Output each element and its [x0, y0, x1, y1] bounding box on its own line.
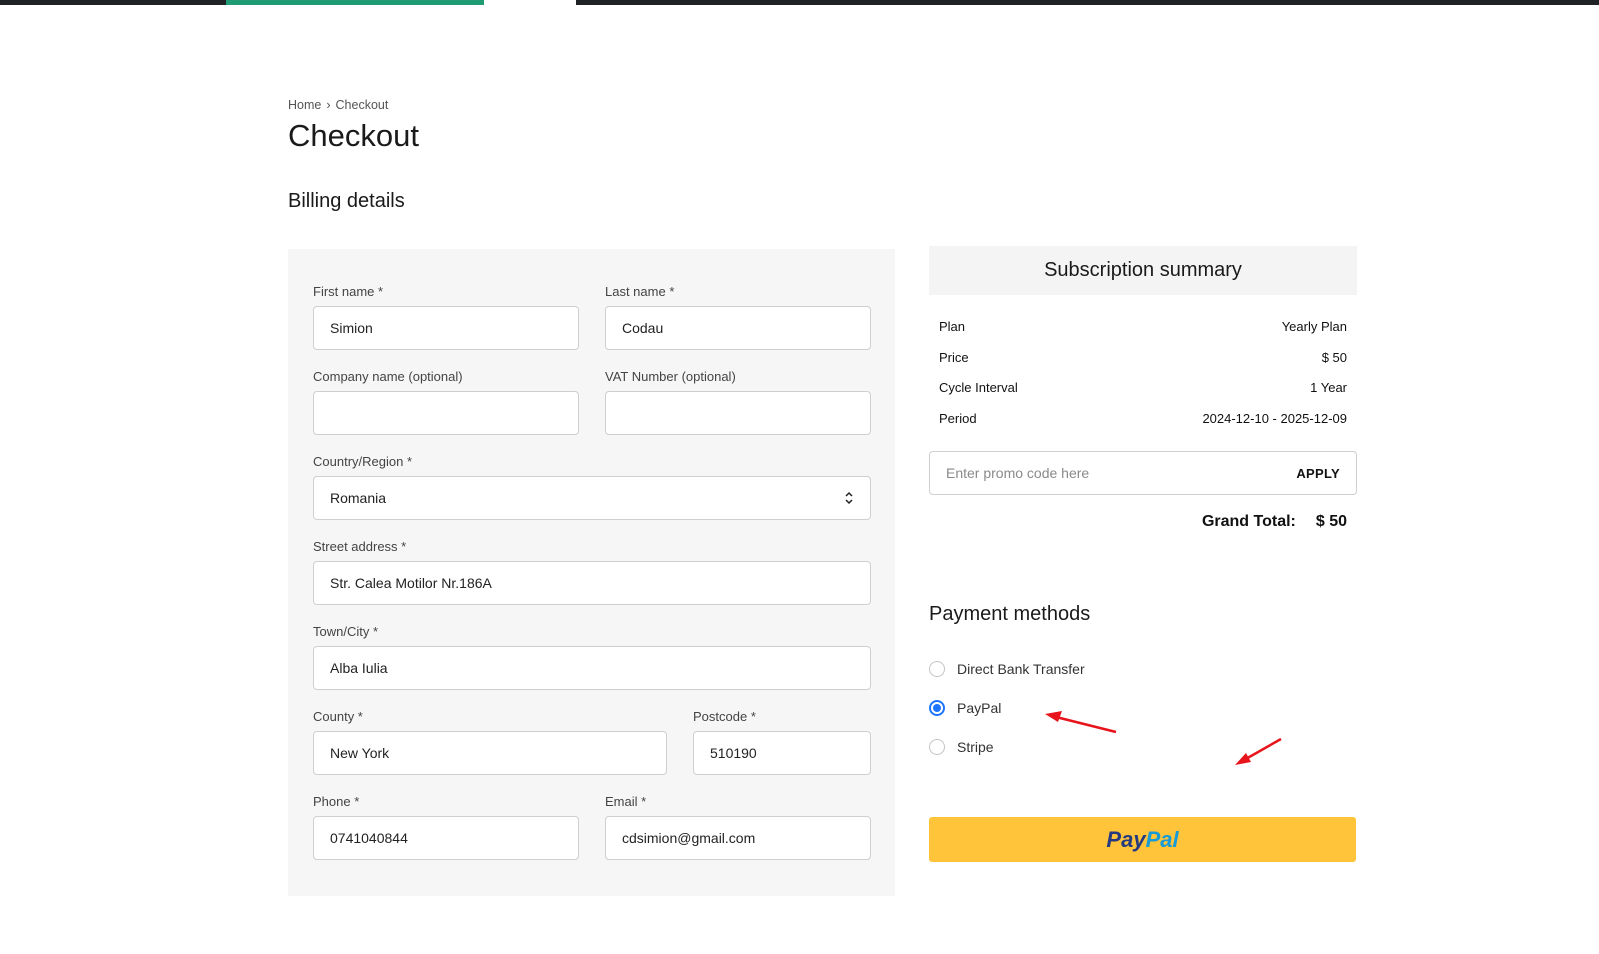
breadcrumb-separator: ›: [326, 98, 331, 112]
county-input[interactable]: New York: [313, 731, 667, 775]
paypal-logo-pal: Pal: [1145, 826, 1179, 852]
summary-period-label: Period: [939, 411, 977, 426]
street-address-group: Street address * Str. Calea Motilor Nr.1…: [313, 539, 871, 605]
payment-option-paypal[interactable]: PayPal: [929, 700, 1001, 716]
summary-row-plan: Plan Yearly Plan: [939, 319, 1347, 334]
phone-label: Phone *: [313, 794, 360, 809]
first-name-label: First name *: [313, 284, 384, 299]
first-name-group: First name * Simion: [313, 284, 579, 350]
last-name-input[interactable]: Codau: [605, 306, 871, 350]
company-name-input[interactable]: [313, 391, 579, 435]
country-select[interactable]: Romania: [313, 476, 871, 520]
summary-row-cycle-interval: Cycle Interval 1 Year: [939, 380, 1347, 395]
promo-code-field: APPLY: [929, 451, 1357, 495]
street-address-label: Street address *: [313, 539, 407, 554]
street-address-input[interactable]: Str. Calea Motilor Nr.186A: [313, 561, 871, 605]
payment-option-bank-transfer[interactable]: Direct Bank Transfer: [929, 661, 1085, 677]
select-arrows-icon: [844, 491, 854, 505]
town-city-input[interactable]: Alba Iulia: [313, 646, 871, 690]
paypal-radio[interactable]: [929, 700, 945, 716]
top-bar-active-segment: [226, 0, 484, 5]
email-input[interactable]: cdsimion@gmail.com: [605, 816, 871, 860]
breadcrumb: Home › Checkout: [288, 98, 388, 112]
last-name-value: Codau: [622, 319, 664, 336]
postcode-input[interactable]: 510190: [693, 731, 871, 775]
subscription-summary-title: Subscription summary: [929, 246, 1357, 295]
country-value: Romania: [330, 489, 387, 506]
county-group: County * New York: [313, 709, 667, 775]
company-name-label: Company name (optional): [313, 369, 463, 384]
annotation-arrow-button: [1235, 737, 1282, 765]
company-name-group: Company name (optional): [313, 369, 579, 435]
street-address-value: Str. Calea Motilor Nr.186A: [330, 574, 492, 591]
first-name-value: Simion: [330, 319, 373, 336]
breadcrumb-current: Checkout: [335, 98, 389, 112]
county-value: New York: [330, 744, 390, 761]
summary-cycle-value: 1 Year: [1310, 380, 1347, 395]
page-title: Checkout: [288, 118, 419, 153]
town-city-label: Town/City *: [313, 624, 379, 639]
annotation-arrow-paypal: [1045, 711, 1117, 734]
vat-number-group: VAT Number (optional): [605, 369, 871, 435]
top-progress-bar: [0, 0, 1599, 8]
bank-transfer-label: Direct Bank Transfer: [957, 661, 1085, 677]
phone-input[interactable]: 0741040844: [313, 816, 579, 860]
email-value: cdsimion@gmail.com: [622, 829, 756, 846]
postcode-label: Postcode *: [693, 709, 756, 724]
billing-details-title: Billing details: [288, 190, 405, 212]
summary-row-period: Period 2024-12-10 - 2025-12-09: [939, 411, 1347, 426]
promo-code-input[interactable]: [946, 465, 1246, 481]
apply-promo-button[interactable]: APPLY: [1296, 466, 1340, 481]
summary-plan-label: Plan: [939, 319, 966, 334]
vat-number-input[interactable]: [605, 391, 871, 435]
summary-price-label: Price: [939, 350, 969, 365]
top-bar-gap-segment: [484, 0, 576, 8]
grand-total-label: Grand Total:: [1201, 513, 1296, 530]
first-name-input[interactable]: Simion: [313, 306, 579, 350]
summary-period-value: 2024-12-10 - 2025-12-09: [1202, 411, 1347, 426]
vat-number-label: VAT Number (optional): [605, 369, 736, 384]
stripe-radio[interactable]: [929, 739, 945, 755]
summary-price-value: $ 50: [1321, 350, 1347, 365]
paypal-checkout-button[interactable]: Pay Pal: [929, 817, 1356, 862]
county-label: County *: [313, 709, 363, 724]
email-label: Email *: [605, 794, 647, 809]
summary-plan-value: Yearly Plan: [1281, 319, 1347, 334]
phone-group: Phone * 0741040844: [313, 794, 579, 860]
postcode-value: 510190: [710, 744, 757, 761]
phone-value: 0741040844: [330, 829, 408, 846]
payment-option-stripe[interactable]: Stripe: [929, 739, 994, 755]
town-city-group: Town/City * Alba Iulia: [313, 624, 871, 690]
country-group: Country/Region * Romania: [313, 454, 871, 520]
postcode-group: Postcode * 510190: [693, 709, 871, 775]
breadcrumb-home-link[interactable]: Home: [288, 98, 321, 112]
paypal-label: PayPal: [957, 700, 1002, 716]
bank-transfer-radio[interactable]: [929, 661, 945, 677]
last-name-group: Last name * Codau: [605, 284, 871, 350]
town-city-value: Alba Iulia: [330, 659, 388, 676]
summary-row-price: Price $ 50: [939, 350, 1347, 365]
stripe-label: Stripe: [957, 739, 994, 755]
country-label: Country/Region *: [313, 454, 412, 469]
email-group: Email * cdsimion@gmail.com: [605, 794, 871, 860]
payment-methods-title: Payment methods: [929, 603, 1091, 625]
billing-form-panel: First name * Simion Last name * Codau Co…: [288, 249, 895, 896]
grand-total: Grand Total: $ 50: [1202, 513, 1347, 531]
paypal-logo-pay: Pay: [1106, 826, 1146, 852]
grand-total-value: $ 50: [1315, 513, 1347, 530]
subscription-summary: Subscription summary: [929, 246, 1357, 295]
last-name-label: Last name *: [605, 284, 675, 299]
summary-cycle-label: Cycle Interval: [939, 380, 1018, 395]
